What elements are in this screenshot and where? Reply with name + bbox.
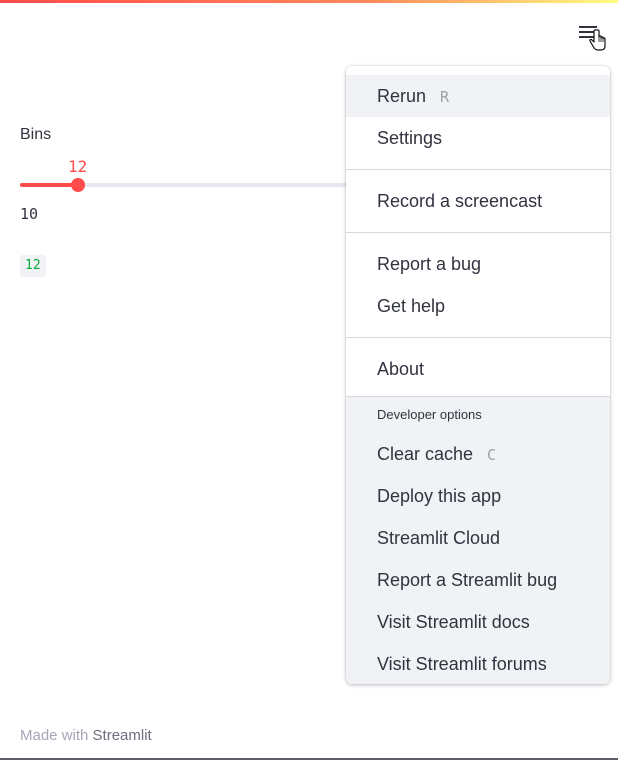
slider-current-value: 12 xyxy=(68,157,88,176)
menu-item-record-screencast[interactable]: Record a screencast xyxy=(346,180,610,222)
menu-divider xyxy=(346,232,610,233)
menu-item-label: Record a screencast xyxy=(377,191,543,211)
slider-label: Bins xyxy=(20,126,52,143)
menu-item-label: Streamlit Cloud xyxy=(377,528,501,548)
developer-options-header: Developer options xyxy=(377,407,482,422)
menu-item-label: About xyxy=(377,359,425,379)
menu-item-deploy-app[interactable]: Deploy this app xyxy=(346,475,610,517)
menu-item-label: Report a Streamlit bug xyxy=(377,570,558,590)
top-decoration-bar xyxy=(0,0,618,3)
menu-item-about[interactable]: About xyxy=(346,348,610,390)
menu-item-label: Report a bug xyxy=(377,254,482,274)
hamburger-icon xyxy=(579,26,606,51)
menu-item-visit-docs[interactable]: Visit Streamlit docs xyxy=(346,601,610,643)
menu-item-settings[interactable]: Settings xyxy=(346,117,610,159)
menu-item-rerun[interactable]: Rerun R xyxy=(346,75,610,117)
shortcut-hint: R xyxy=(440,88,450,106)
developer-options-section: Developer options Clear cache C Deploy th… xyxy=(346,396,610,684)
menu-item-label: Get help xyxy=(377,296,446,316)
main-menu: Rerun R Settings Record a screencast Repo… xyxy=(346,66,610,684)
menu-item-label: Clear cache xyxy=(377,444,474,464)
slider-fill xyxy=(20,183,78,187)
output-code-value: 12 xyxy=(20,255,46,277)
menu-item-clear-cache[interactable]: Clear cache C xyxy=(346,433,610,475)
menu-item-label: Deploy this app xyxy=(377,486,502,506)
main-menu-button[interactable] xyxy=(574,20,610,56)
menu-item-report-bug[interactable]: Report a bug xyxy=(346,243,610,285)
menu-item-label: Visit Streamlit forums xyxy=(377,654,547,674)
slider-thumb[interactable] xyxy=(71,178,85,192)
menu-item-streamlit-cloud[interactable]: Streamlit Cloud xyxy=(346,517,610,559)
menu-divider xyxy=(346,337,610,338)
menu-item-label: Visit Streamlit docs xyxy=(377,612,530,632)
menu-item-label: Rerun xyxy=(377,86,427,106)
menu-item-report-streamlit-bug[interactable]: Report a Streamlit bug xyxy=(346,559,610,601)
footer-streamlit-link[interactable]: Streamlit xyxy=(93,727,152,744)
menu-item-label: Settings xyxy=(377,128,443,148)
menu-item-get-help[interactable]: Get help xyxy=(346,285,610,327)
footer: Made with Streamlit xyxy=(20,727,152,744)
menu-divider xyxy=(346,169,610,170)
menu-item-visit-forums[interactable]: Visit Streamlit forums xyxy=(346,643,610,684)
footer-prefix: Made with xyxy=(20,727,89,744)
slider-min-value: 10 xyxy=(20,205,39,223)
shortcut-hint: C xyxy=(487,446,497,464)
